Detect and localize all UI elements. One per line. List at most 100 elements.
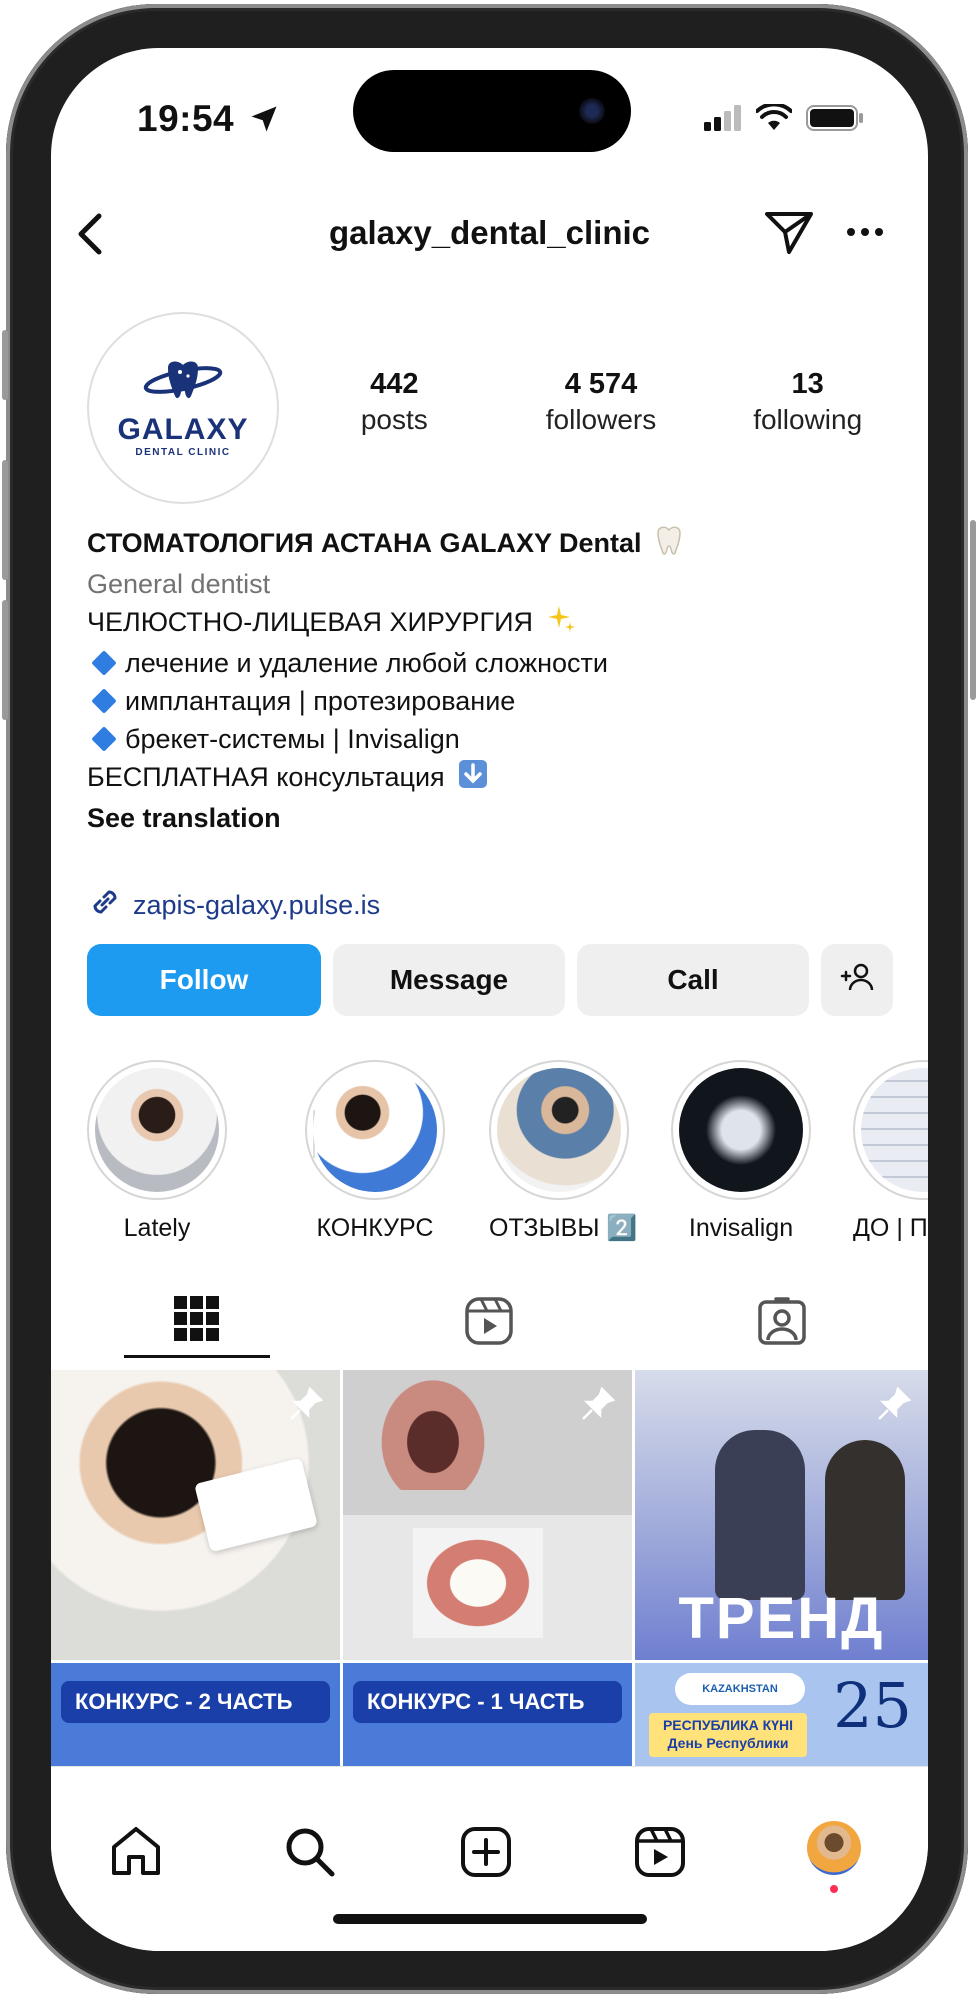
highlight-ring — [87, 1060, 227, 1200]
tab-posts-grid[interactable] — [124, 1288, 270, 1358]
profile-stats: 442 posts 4 574 followers 13 following — [291, 366, 911, 438]
power-button — [970, 520, 976, 700]
sparkles-emoji-icon — [547, 604, 577, 644]
down-arrow-emoji-icon — [458, 759, 488, 799]
search-icon[interactable] — [283, 1825, 337, 1884]
grid-post[interactable] — [51, 1370, 340, 1660]
bio-bullet: лечение и удаление любой сложности — [87, 644, 887, 682]
suggested-people-button[interactable] — [821, 944, 893, 1016]
story-highlights: Lately КОНКУРС ОТЗЫВЫ 2️⃣ Invisalign ДО … — [87, 1060, 928, 1250]
grid-post[interactable]: KAZAKHSTAN РЕСПУБЛИКА КҮНІ День Республи… — [635, 1663, 928, 1766]
stat-followers[interactable]: 4 574 followers — [498, 366, 705, 438]
bio-bullet-text: брекет-системы | Invisalign — [125, 723, 460, 754]
stat-label: followers — [545, 404, 657, 435]
stat-label: posts — [360, 404, 428, 435]
stat-posts[interactable]: 442 posts — [291, 366, 498, 438]
tab-reels[interactable] — [416, 1288, 562, 1358]
reels-tab-icon[interactable] — [633, 1825, 687, 1884]
bio-name: СТОМАТОЛОГИЯ АСТАНА GALAXY Dental — [87, 528, 642, 558]
bio-consult-line: БЕСПЛАТНАЯ консультация — [87, 758, 887, 799]
highlight-item[interactable]: ДО | ПОСЛЕ — [853, 1060, 928, 1243]
highlight-item[interactable]: Lately — [87, 1060, 227, 1243]
create-post-icon[interactable] — [459, 1825, 513, 1884]
tooth-emoji-icon — [655, 525, 683, 565]
highlight-label: ОТЗЫВЫ 2️⃣ — [489, 1214, 638, 1242]
logo-subtitle: DENTAL CLINIC — [135, 447, 231, 458]
bio-bullet: брекет-системы | Invisalign — [87, 720, 887, 758]
follow-button[interactable]: Follow — [87, 944, 321, 1016]
highlight-item[interactable]: ОТЗЫВЫ 2️⃣ — [489, 1060, 638, 1243]
product-box — [194, 1457, 318, 1553]
status-bar: 19:54 — [51, 90, 928, 150]
status-time: 19:54 — [137, 98, 235, 139]
pin-icon — [288, 1386, 324, 1427]
bio-consult-text: БЕСПЛАТНАЯ консультация — [87, 761, 445, 792]
location-arrow-icon — [249, 104, 279, 139]
highlight-label: Lately — [123, 1214, 191, 1242]
stat-value: 4 574 — [564, 368, 638, 400]
bio-surgery-text: ЧЕЛЮСТНО-ЛИЦЕВАЯ ХИРУРГИЯ — [87, 606, 534, 637]
profile-avatar[interactable]: GALAXY DENTAL CLINIC — [87, 312, 279, 504]
add-person-icon — [840, 962, 874, 999]
person-figure — [715, 1430, 805, 1600]
highlight-cover — [95, 1068, 219, 1192]
silent-switch — [2, 330, 8, 400]
link-text: zapis-galaxy.pulse.is — [133, 890, 381, 920]
wifi-icon — [755, 102, 793, 137]
post-caption: КОНКУРС - 1 ЧАСТЬ — [353, 1681, 622, 1723]
link-icon — [87, 884, 123, 927]
highlight-cover — [679, 1068, 803, 1192]
highlight-label: КОНКУРС — [316, 1214, 434, 1242]
stat-following[interactable]: 13 following — [704, 366, 911, 438]
profile-avatar-tab[interactable] — [807, 1821, 861, 1893]
stat-value: 13 — [791, 368, 824, 400]
grid-post[interactable]: КОНКУРС - 2 ЧАСТЬ — [51, 1663, 340, 1766]
highlight-item[interactable]: Invisalign — [671, 1060, 811, 1243]
blue-diamond-icon — [91, 650, 117, 676]
post-caption: 25 — [833, 1669, 912, 1742]
grid-post[interactable]: ТРЕНД — [635, 1370, 928, 1660]
reels-icon — [464, 1296, 514, 1351]
bio-name-line: СТОМАТОЛОГИЯ АСТАНА GALAXY Dental — [87, 524, 887, 565]
logo-wordmark: GALAXY — [117, 413, 249, 446]
highlight-label: ДО | ПОСЛЕ — [853, 1214, 928, 1242]
stat-label: following — [753, 404, 863, 435]
call-button[interactable]: Call — [577, 944, 809, 1016]
bio-bullet-text: имплантация | протезирование — [125, 685, 516, 716]
posts-grid: ТРЕНД КОНКУРС - 2 ЧАСТЬ КОНКУРС - 1 ЧАСТ… — [51, 1370, 928, 1766]
grid-post[interactable]: КОНКУРС - 1 ЧАСТЬ — [343, 1663, 632, 1766]
bio-line-surgery: ЧЕЛЮСТНО-ЛИЦЕВАЯ ХИРУРГИЯ — [87, 603, 887, 644]
direct-message-icon[interactable] — [763, 208, 815, 261]
republic-kz-text: РЕСПУБЛИКА КҮНІ — [662, 1717, 794, 1733]
highlight-item[interactable]: КОНКУРС — [305, 1060, 445, 1243]
profile-bio: СТОМАТОЛОГИЯ АСТАНА GALAXY Dental Genera… — [87, 524, 887, 837]
before-photo — [373, 1370, 493, 1490]
bio-bullet: имплантация | протезирование — [87, 682, 887, 720]
see-translation-link[interactable]: See translation — [87, 799, 887, 837]
bio-bullet-text: лечение и удаление любой сложности — [125, 647, 608, 678]
kazakhstan-badge: KAZAKHSTAN — [675, 1673, 805, 1705]
republic-day-banner: РЕСПУБЛИКА КҮНІ День Республики — [649, 1713, 807, 1757]
home-icon[interactable] — [109, 1825, 163, 1882]
highlight-ring — [489, 1060, 629, 1200]
volume-up-button — [2, 460, 8, 580]
tab-tagged[interactable] — [709, 1288, 855, 1358]
bio-category: General dentist — [87, 568, 271, 599]
battery-icon — [806, 104, 864, 137]
more-options-icon[interactable] — [841, 208, 889, 261]
message-button[interactable]: Message — [333, 944, 565, 1016]
after-photo — [413, 1528, 543, 1638]
profile-header: galaxy_dental_clinic — [51, 198, 928, 268]
tooth-logo-icon — [140, 358, 226, 409]
home-indicator — [333, 1914, 647, 1924]
volume-down-button — [2, 600, 8, 720]
highlight-ring — [305, 1060, 445, 1200]
content-tabs — [51, 1288, 928, 1358]
highlight-cover — [313, 1068, 437, 1192]
grid-post[interactable] — [343, 1370, 632, 1660]
stat-value: 442 — [370, 368, 419, 400]
highlight-ring — [853, 1060, 928, 1200]
profile-link[interactable]: zapis-galaxy.pulse.is — [87, 884, 380, 927]
pin-icon — [580, 1386, 616, 1427]
profile-actions: Follow Message Call — [87, 944, 893, 1016]
